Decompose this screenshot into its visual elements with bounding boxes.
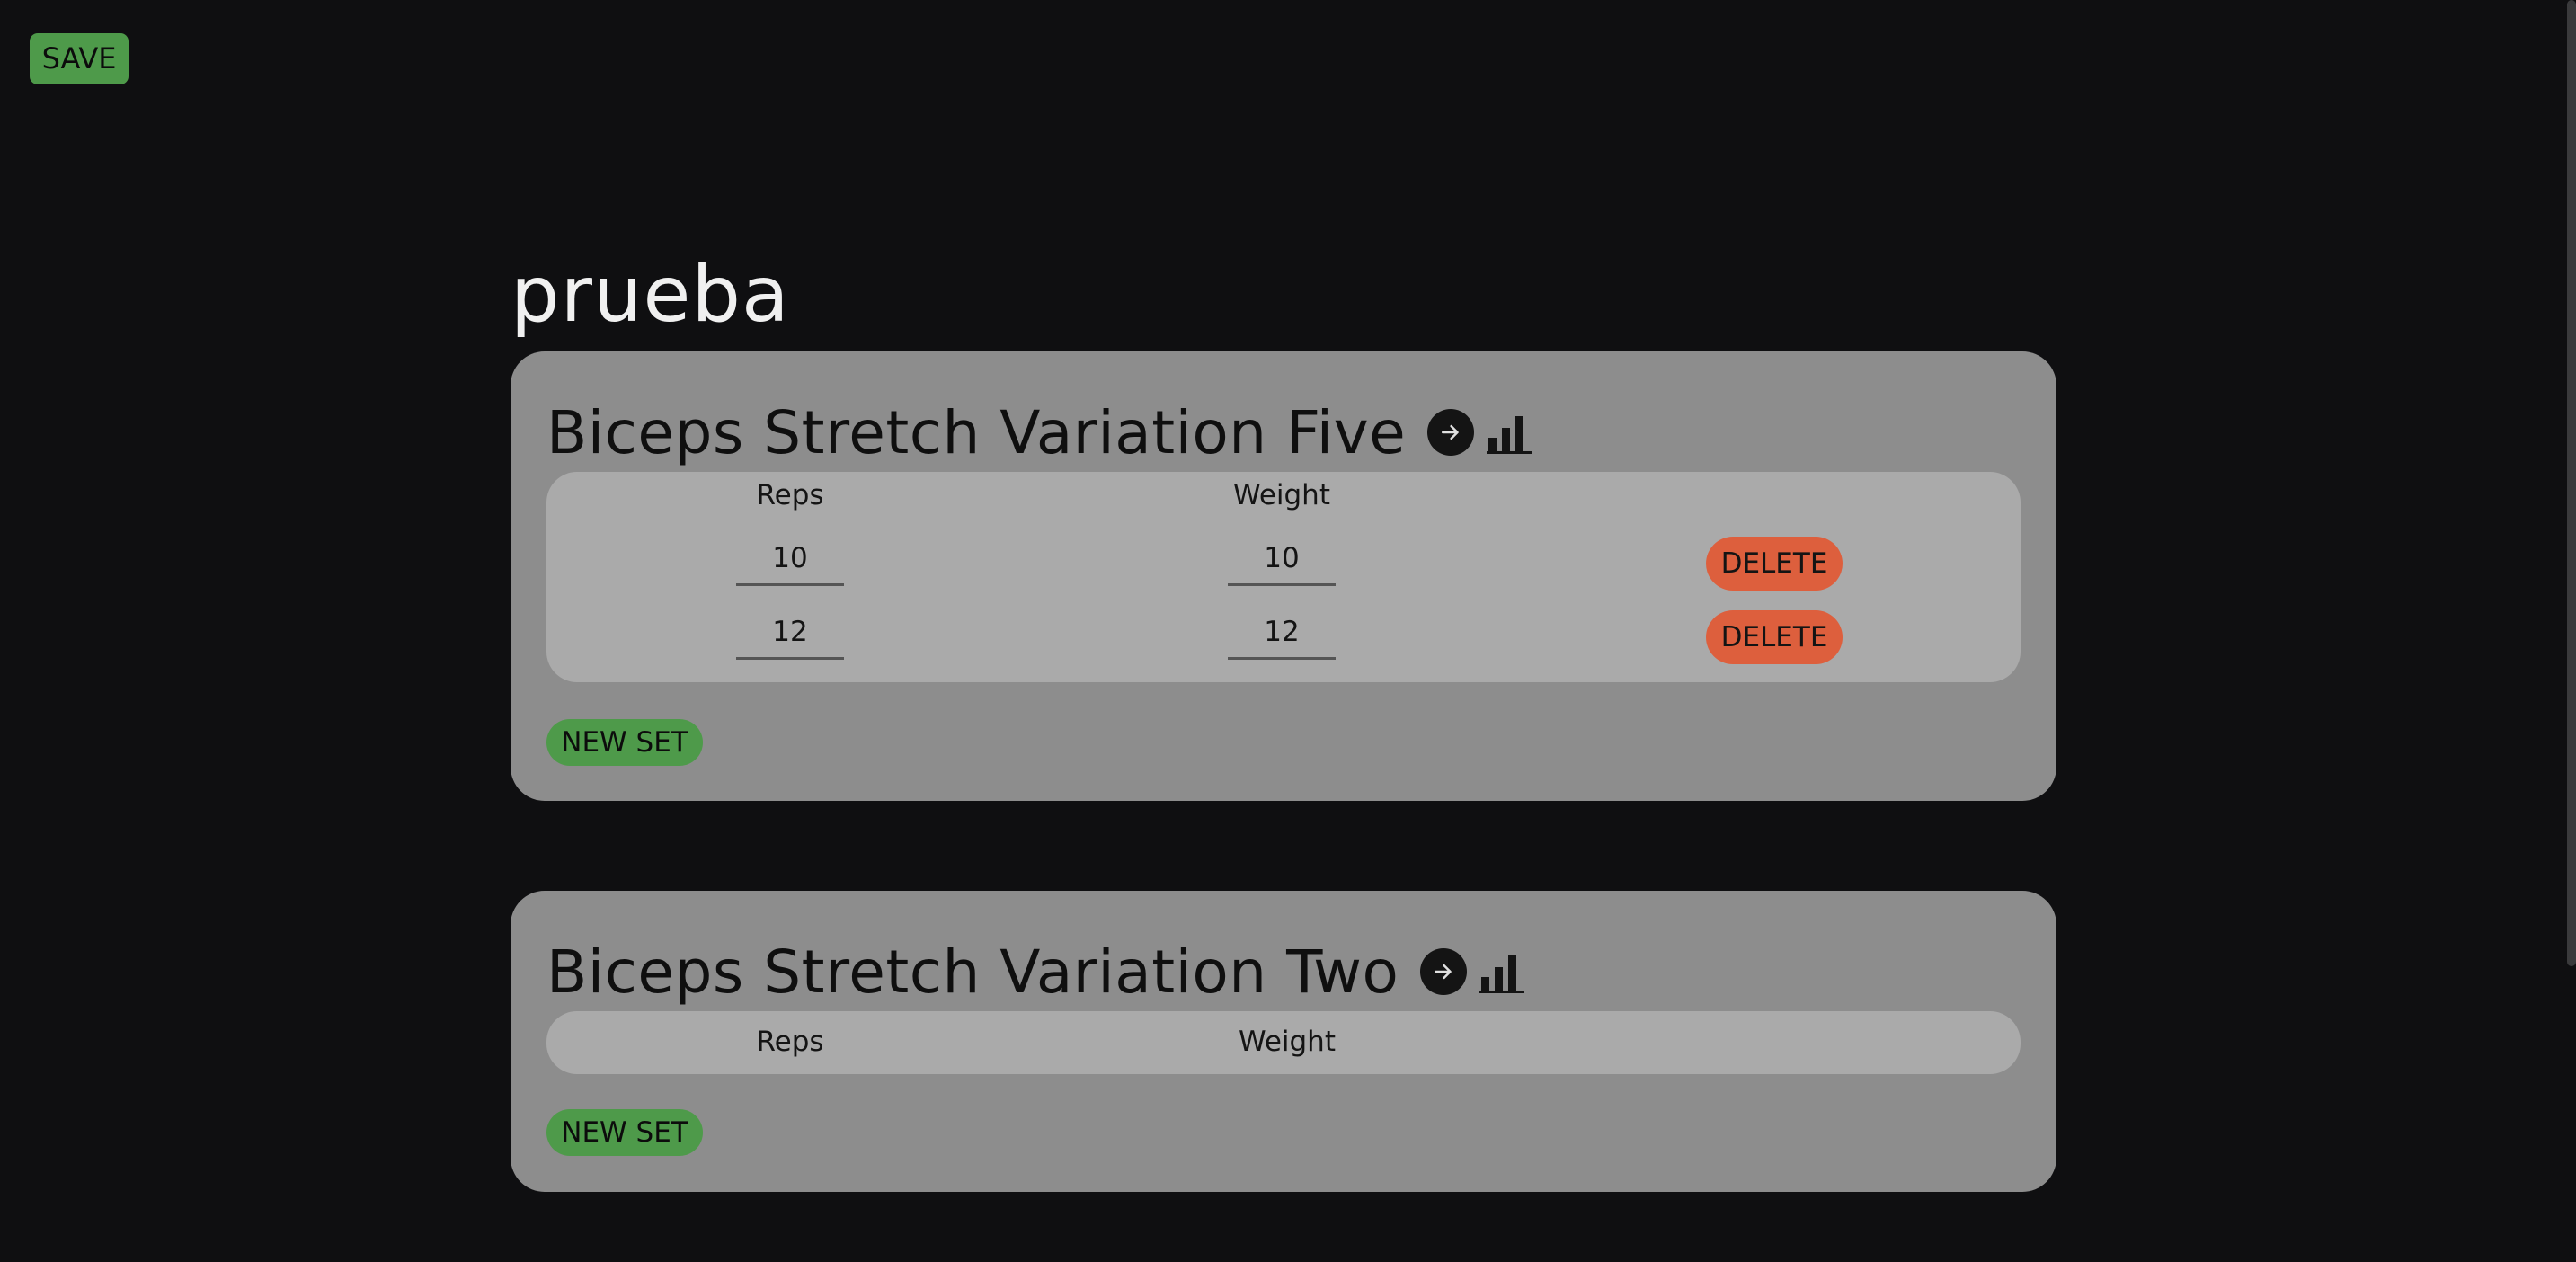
exercise-card: Biceps Stretch Variation Five Reps Weigh… [511, 351, 2056, 801]
new-set-button[interactable]: NEW SET [546, 719, 703, 766]
new-set-button[interactable]: NEW SET [546, 1109, 703, 1156]
arrow-right-circle-icon[interactable] [1427, 409, 1475, 456]
weight-column-header: Weight [1238, 1026, 1336, 1058]
save-button[interactable]: SAVE [30, 33, 129, 84]
exercise-header: Biceps Stretch Variation Two [546, 922, 1525, 1021]
page-scrollbar[interactable] [2567, 0, 2576, 966]
delete-set-button[interactable]: DELETE [1706, 610, 1843, 664]
set-row: DELETE [546, 607, 2021, 670]
weight-column-header: Weight [1232, 479, 1330, 511]
sets-panel: Reps Weight [546, 1011, 2021, 1074]
weight-input[interactable] [1228, 607, 1336, 660]
weight-input[interactable] [1228, 533, 1336, 586]
reps-column-header: Reps [756, 1026, 824, 1058]
reps-input[interactable] [736, 533, 844, 586]
exercise-card: Biceps Stretch Variation Two Reps Weight… [511, 891, 2056, 1192]
reps-input[interactable] [736, 607, 844, 660]
set-row: DELETE [546, 533, 2021, 596]
bar-chart-icon[interactable] [1487, 410, 1532, 455]
sets-panel: Reps Weight DELETE DELETE [546, 472, 2021, 682]
delete-set-button[interactable]: DELETE [1706, 537, 1843, 591]
exercise-header: Biceps Stretch Variation Five [546, 383, 1532, 482]
reps-column-header: Reps [756, 479, 824, 511]
arrow-right-circle-icon[interactable] [1420, 948, 1468, 995]
exercise-title: Biceps Stretch Variation Two [546, 937, 1399, 1007]
page-title: prueba [511, 250, 790, 340]
bar-chart-icon[interactable] [1479, 949, 1525, 994]
exercise-title: Biceps Stretch Variation Five [546, 397, 1407, 467]
